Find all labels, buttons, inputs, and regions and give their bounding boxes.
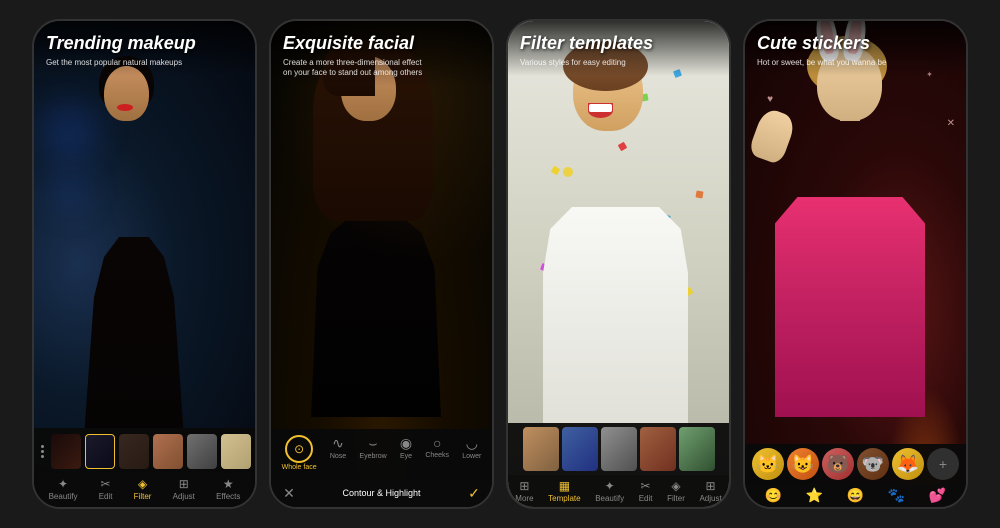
filter-thumb-5[interactable]: [187, 434, 217, 469]
tab-beautify[interactable]: ✦ Beautify: [49, 477, 78, 501]
facial-title: Contour & Highlight: [299, 488, 464, 498]
phone-4-screen: ♥ ✦ ★ ✕: [745, 21, 966, 507]
tab-adjust-3[interactable]: ⊞ Adjust: [699, 479, 721, 503]
tab-adjust[interactable]: ⊞ Adjust: [173, 477, 195, 501]
sticker-1[interactable]: 🐱: [752, 448, 784, 480]
sticker-2[interactable]: 😺: [787, 448, 819, 480]
template-row: [508, 423, 729, 475]
template-thumb-5[interactable]: [679, 427, 715, 471]
facial-lower[interactable]: ◡ Lower: [462, 435, 481, 471]
facial-whole-face[interactable]: ⊙ Whole face: [282, 435, 317, 471]
more-icon-thumb[interactable]: [38, 434, 47, 469]
thumb-row: [38, 434, 251, 469]
phone-3-subtitle: Various styles for easy editing: [520, 58, 717, 68]
sticker-nav-animal[interactable]: 🐾: [888, 487, 905, 504]
filter-thumb-1[interactable]: [51, 434, 81, 469]
phone-4: ♥ ✦ ★ ✕: [743, 19, 968, 509]
phone-1-title: Trending makeup: [46, 33, 243, 55]
tab-beautify-3[interactable]: ✦ Beautify: [595, 479, 624, 503]
template-thumb-1[interactable]: [523, 427, 559, 471]
filter-thumb-2-selected[interactable]: [85, 434, 115, 469]
confirm-button[interactable]: ✓: [464, 483, 484, 503]
tab-edit[interactable]: ✂ Edit: [99, 477, 113, 501]
template-thumb-4[interactable]: [640, 427, 676, 471]
facial-bottom-bar: ✕ Contour & Highlight ✓: [271, 479, 492, 507]
phone-2-title: Exquisite facial: [283, 33, 480, 55]
tab-template[interactable]: ▦ Template: [548, 479, 580, 503]
sticker-5[interactable]: 🦊: [892, 448, 924, 480]
phone-2-subtitle: Create a more three-dimensional effect o…: [283, 58, 480, 79]
phone-1-screen: Trending makeup Get the most popular nat…: [34, 21, 255, 507]
sticker-nav-face[interactable]: 😄: [847, 487, 864, 504]
nav-tabs-1: ✦ Beautify ✂ Edit ◈ Filter ⊞: [38, 473, 251, 505]
sticker-nav-emoji[interactable]: 😊: [765, 487, 782, 504]
filter-thumbnails: ✦ Beautify ✂ Edit ◈ Filter ⊞: [34, 428, 255, 507]
facial-nose[interactable]: ∿ Nose: [330, 435, 346, 471]
tab-filter[interactable]: ◈ Filter: [134, 477, 152, 501]
phone-4-header: Cute stickers Hot or sweet, be what you …: [745, 21, 966, 76]
body-3: [543, 207, 688, 427]
phone-2: Exquisite facial Create a more three-dim…: [269, 19, 494, 509]
phone-3: Filter templates Various styles for easy…: [506, 19, 731, 509]
stickers-row: 🐱 😺 🐻 🐨 🦊 +: [745, 444, 966, 484]
facial-controls: ⊙ Whole face ∿ Nose ⌣ Eyebrow: [271, 429, 492, 479]
facial-eye[interactable]: ◉ Eye: [400, 435, 412, 471]
cancel-button[interactable]: ✕: [279, 483, 299, 503]
tab-filter-3[interactable]: ◈ Filter: [667, 479, 685, 503]
tab-more-3[interactable]: ⊞ More: [515, 479, 533, 503]
phone-1: Trending makeup Get the most popular nat…: [32, 19, 257, 509]
phone-2-header: Exquisite facial Create a more three-dim…: [271, 21, 492, 86]
template-thumb-3[interactable]: [601, 427, 637, 471]
sticker-4[interactable]: 🐨: [857, 448, 889, 480]
phone-3-title: Filter templates: [520, 33, 717, 55]
phone-4-subtitle: Hot or sweet, be what you wanna be: [757, 58, 954, 68]
sticker-3[interactable]: 🐻: [822, 448, 854, 480]
body-1: [84, 237, 184, 437]
phone-1-subtitle: Get the most popular natural makeups: [46, 58, 243, 68]
phone-4-title: Cute stickers: [757, 33, 954, 55]
phone-2-screen: Exquisite facial Create a more three-dim…: [271, 21, 492, 507]
body-4: [775, 197, 925, 417]
phone-3-bottom: ⊞ More ▦ Template ✦ Beautify ✂ Edit: [508, 423, 729, 507]
facial-eyebrow[interactable]: ⌣ Eyebrow: [359, 435, 386, 471]
sticker-add-btn[interactable]: +: [927, 448, 959, 480]
stickers-nav: 😊 ⭐ 😄 🐾 💕: [745, 484, 966, 507]
phone-1-bottom: ✦ Beautify ✂ Edit ◈ Filter ⊞: [34, 428, 255, 507]
facial-cheeks[interactable]: ○ Cheeks: [425, 435, 449, 471]
sticker-nav-heart[interactable]: 💕: [929, 487, 946, 504]
sticker-nav-star[interactable]: ⭐: [806, 487, 823, 504]
phone-2-bottom: ⊙ Whole face ∿ Nose ⌣ Eyebrow: [271, 429, 492, 507]
filter-thumb-3[interactable]: [119, 434, 149, 469]
phone-4-bottom: 🐱 😺 🐻 🐨 🦊 + 😊 ⭐ 😄 🐾 💕: [745, 444, 966, 507]
tab-edit-3[interactable]: ✂ Edit: [639, 479, 653, 503]
nav-tabs-3: ⊞ More ▦ Template ✦ Beautify ✂ Edit: [508, 475, 729, 507]
hand-4: [748, 107, 798, 166]
facial-icons-row: ⊙ Whole face ∿ Nose ⌣ Eyebrow: [275, 435, 488, 471]
template-thumb-2[interactable]: [562, 427, 598, 471]
person-scene-4: [745, 21, 966, 507]
phones-container: Trending makeup Get the most popular nat…: [0, 0, 1000, 528]
lips-1: [117, 104, 133, 111]
tab-effects[interactable]: ★ Effects: [216, 477, 240, 501]
phone-3-screen: Filter templates Various styles for easy…: [508, 21, 729, 507]
phone-4-image: ♥ ✦ ★ ✕: [745, 21, 966, 507]
teeth-3: [589, 104, 612, 112]
phone-3-header: Filter templates Various styles for easy…: [508, 21, 729, 76]
filter-thumb-6[interactable]: [221, 434, 251, 469]
filter-thumb-4[interactable]: [153, 434, 183, 469]
phone-1-header: Trending makeup Get the most popular nat…: [34, 21, 255, 76]
